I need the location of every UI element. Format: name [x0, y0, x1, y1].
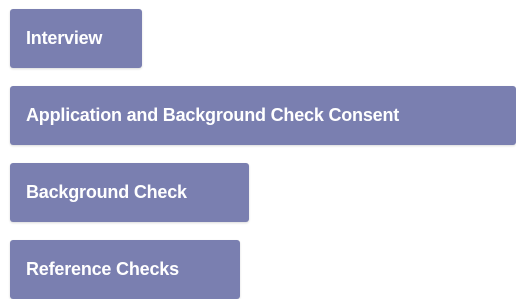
reference-checks-step-label: Reference Checks: [26, 259, 179, 279]
reference-checks-step-button[interactable]: Reference Checks: [10, 240, 240, 299]
hiring-steps-list: Interview Application and Background Che…: [0, 0, 516, 299]
interview-step-label: Interview: [26, 28, 103, 48]
application-background-consent-step-label: Application and Background Check Consent: [26, 105, 400, 125]
application-background-consent-step-button[interactable]: Application and Background Check Consent: [10, 86, 516, 145]
background-check-step-label: Background Check: [26, 182, 187, 202]
background-check-step-button[interactable]: Background Check: [10, 163, 249, 222]
interview-step-button[interactable]: Interview: [10, 9, 142, 68]
